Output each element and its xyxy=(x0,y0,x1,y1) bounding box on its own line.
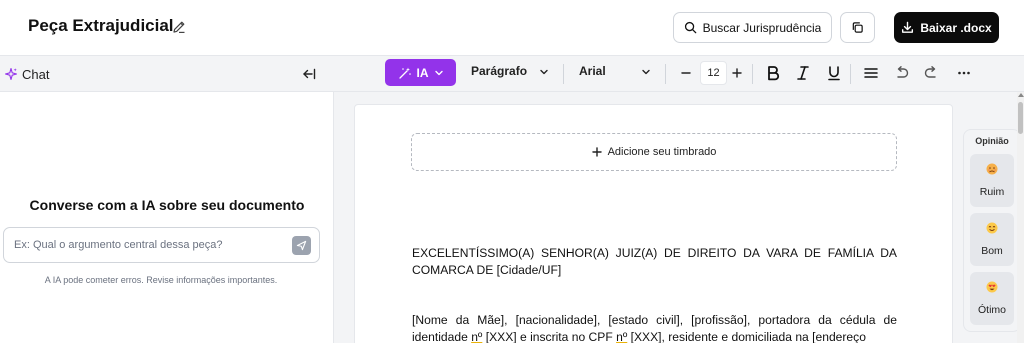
align-justify-icon xyxy=(864,68,878,78)
toolbar-divider xyxy=(563,64,564,84)
chevron-down-icon xyxy=(540,69,548,75)
ellipsis-icon xyxy=(958,71,970,75)
send-button[interactable] xyxy=(292,236,311,255)
rating-label: Ótimo xyxy=(977,304,1006,316)
underline-icon xyxy=(828,66,840,81)
italic-icon xyxy=(797,66,809,80)
sad-face-icon xyxy=(986,163,998,175)
scroll-up-arrow[interactable] xyxy=(1018,93,1024,97)
plus-icon xyxy=(591,147,602,157)
more-options-button[interactable] xyxy=(955,64,973,82)
top-header: Peça Extrajudicial Buscar Jurisprudência xyxy=(0,0,1024,56)
font-family-value: Arial xyxy=(579,64,606,78)
heart-eyes-face-icon xyxy=(986,281,998,293)
send-icon xyxy=(296,240,307,251)
editor-toolbar: IA Parágrafo Arial 12 xyxy=(334,56,1024,92)
ai-disclaimer: A IA pode cometer erros. Revise informaç… xyxy=(44,275,278,285)
app-root: Peça Extrajudicial Buscar Jurisprudência xyxy=(0,0,1024,343)
opinion-title: Opinião xyxy=(975,136,1009,146)
increase-font-size-button[interactable] xyxy=(728,64,746,82)
rating-otimo-button[interactable]: Ótimo xyxy=(970,272,1014,325)
undo-button[interactable] xyxy=(892,64,910,82)
search-jurisprudence-label: Buscar Jurisprudência xyxy=(702,20,822,35)
spellcheck-highlight: nº xyxy=(471,330,483,343)
chevron-down-icon xyxy=(434,70,443,75)
rating-bom-button[interactable]: Bom xyxy=(970,213,1014,266)
spellcheck-highlight: nº xyxy=(616,330,628,343)
copy-icon xyxy=(852,22,863,33)
download-docx-button[interactable]: Baixar .docx xyxy=(894,12,999,43)
search-icon xyxy=(684,21,696,34)
toolbar-divider xyxy=(752,64,753,84)
rating-label: Ruim xyxy=(979,186,1005,198)
ia-menu-button[interactable]: IA xyxy=(385,59,456,86)
document-page[interactable]: Adicione seu timbrado EXCELENTÍSSIMO(A) … xyxy=(354,104,953,343)
paragraph-text: [XXX], residente e domiciliada na [ender… xyxy=(627,330,866,343)
rating-ruim-button[interactable]: Ruim xyxy=(970,154,1014,207)
paragraph-text: [XXX] e inscrita no CPF xyxy=(482,330,617,343)
chevron-down-icon xyxy=(642,69,650,75)
font-size-input[interactable]: 12 xyxy=(700,61,727,85)
align-menu-button[interactable] xyxy=(862,64,880,82)
document-title: Peça Extrajudicial xyxy=(28,16,174,35)
add-letterhead-button[interactable]: Adicione seu timbrado xyxy=(411,133,897,171)
document-paragraph-qualification: [Nome da Mãe], [nacionalidade], [estado … xyxy=(412,312,897,343)
toolbar-divider xyxy=(665,64,666,84)
search-jurisprudence-button[interactable]: Buscar Jurisprudência xyxy=(673,12,832,43)
magic-wand-icon xyxy=(398,67,411,79)
font-family-select[interactable]: Arial xyxy=(579,64,654,78)
rating-label: Bom xyxy=(981,245,1003,257)
paragraph-style-value: Parágrafo xyxy=(471,64,528,78)
pencil-edit-icon[interactable] xyxy=(171,19,187,35)
underline-button[interactable] xyxy=(825,64,843,82)
ia-label: IA xyxy=(416,65,429,80)
download-icon xyxy=(902,21,914,33)
chat-header: Chat xyxy=(0,56,334,92)
redo-button[interactable] xyxy=(922,64,940,82)
smile-face-icon xyxy=(986,222,998,234)
opinion-panel: Opinião Ruim Bom Ótimo xyxy=(963,129,1021,332)
chat-message-input[interactable] xyxy=(14,236,284,254)
chat-input-box xyxy=(3,227,320,263)
redo-icon xyxy=(924,66,936,78)
document-canvas: Adicione seu timbrado EXCELENTÍSSIMO(A) … xyxy=(334,92,1024,343)
sparkle-icon xyxy=(4,67,18,81)
collapse-panel-icon[interactable] xyxy=(302,67,316,81)
chat-empty-heading: Converse com a IA sobre seu documento xyxy=(29,197,305,213)
document-paragraph-addressee: EXCELENTÍSSIMO(A) SENHOR(A) JUIZ(A) DE D… xyxy=(412,246,897,277)
chat-panel: Chat Converse com a IA sobre seu documen… xyxy=(0,56,334,343)
plus-icon xyxy=(732,68,742,78)
decrease-font-size-button[interactable] xyxy=(677,64,695,82)
copy-button[interactable] xyxy=(840,12,875,43)
bold-icon xyxy=(768,66,780,81)
add-letterhead-label: Adicione seu timbrado xyxy=(607,146,717,158)
italic-button[interactable] xyxy=(794,64,812,82)
undo-icon xyxy=(896,66,908,78)
chat-label: Chat xyxy=(22,67,50,82)
download-docx-label: Baixar .docx xyxy=(920,20,992,35)
toolbar-divider xyxy=(850,64,851,84)
scrollbar-thumb[interactable] xyxy=(1018,102,1023,134)
minus-icon xyxy=(681,72,691,74)
paragraph-style-select[interactable]: Parágrafo xyxy=(471,64,551,78)
bold-button[interactable] xyxy=(764,64,782,82)
